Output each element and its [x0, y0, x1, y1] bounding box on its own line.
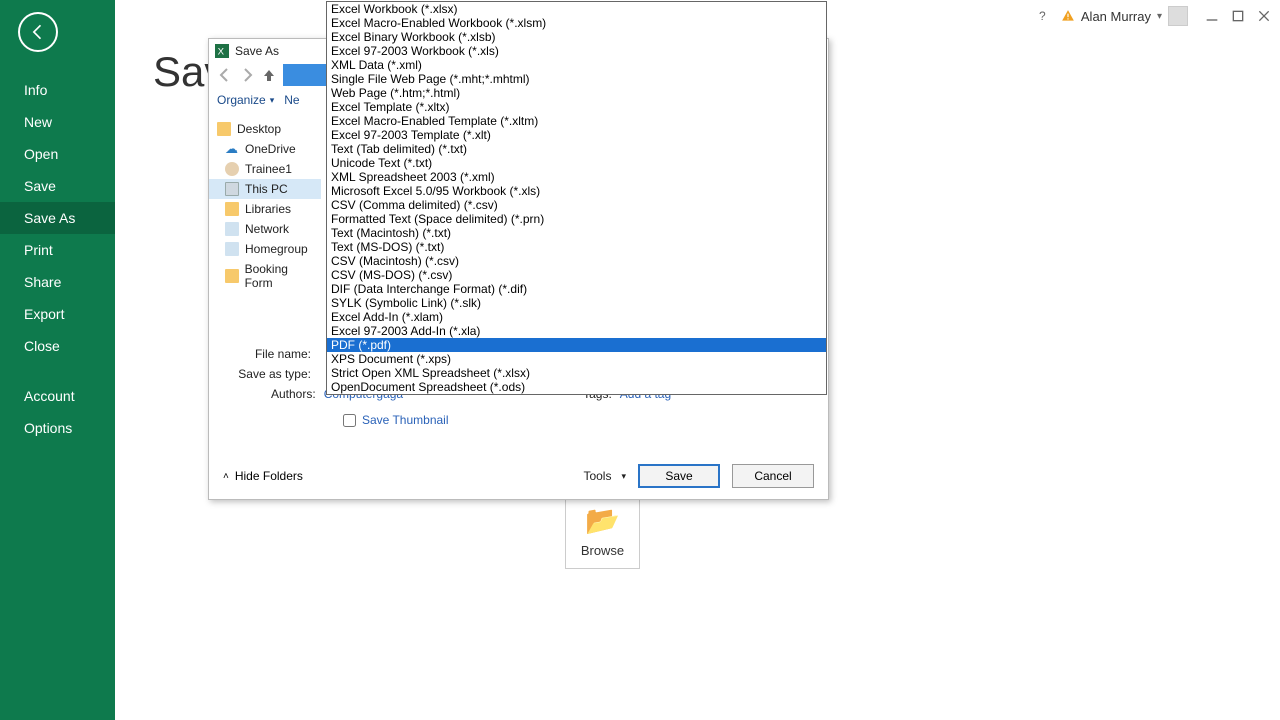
- file-type-option[interactable]: Text (MS-DOS) (*.txt): [327, 240, 826, 254]
- tree-booking-form[interactable]: Booking Form: [209, 259, 321, 293]
- organize-menu[interactable]: Organize ▾: [217, 93, 274, 107]
- file-type-option[interactable]: XML Data (*.xml): [327, 58, 826, 72]
- user-icon: [225, 162, 239, 176]
- chevron-down-icon: ▾: [621, 471, 626, 482]
- file-type-option[interactable]: PDF (*.pdf): [327, 338, 826, 352]
- sidebar-item-new[interactable]: New: [0, 106, 115, 138]
- homegroup-icon: [225, 242, 239, 256]
- save-button[interactable]: Save: [638, 464, 720, 488]
- sidebar-item-save[interactable]: Save: [0, 170, 115, 202]
- sidebar-item-print[interactable]: Print: [0, 234, 115, 266]
- nav-up-icon[interactable]: [261, 67, 277, 83]
- file-type-option[interactable]: Excel Template (*.xltx): [327, 100, 826, 114]
- browse-button[interactable]: 📂 Browse: [565, 493, 640, 569]
- sidebar-item-close[interactable]: Close: [0, 330, 115, 362]
- back-button[interactable]: [18, 12, 58, 52]
- sidebar-items: InfoNewOpenSaveSave AsPrintShareExportCl…: [0, 74, 115, 362]
- folder-icon: [217, 122, 231, 136]
- svg-text:?: ?: [1039, 9, 1046, 23]
- file-type-option[interactable]: XPS Document (*.xps): [327, 352, 826, 366]
- user-account[interactable]: Alan Murray ▾: [1061, 6, 1188, 26]
- warning-icon: [1061, 9, 1075, 23]
- file-type-option[interactable]: DIF (Data Interchange Format) (*.dif): [327, 282, 826, 296]
- tree-this-pc[interactable]: This PC: [209, 179, 321, 199]
- file-type-option[interactable]: CSV (MS-DOS) (*.csv): [327, 268, 826, 282]
- pc-icon: [225, 182, 239, 196]
- tree-homegroup[interactable]: Homegroup: [209, 239, 321, 259]
- file-type-option[interactable]: Text (Tab delimited) (*.txt): [327, 142, 826, 156]
- file-type-option[interactable]: OpenDocument Spreadsheet (*.ods): [327, 380, 826, 394]
- tree-trainee1[interactable]: Trainee1: [209, 159, 321, 179]
- chevron-down-icon: ▾: [270, 95, 275, 106]
- window-controls: ? Alan Murray ▾: [1035, 6, 1272, 26]
- folder-icon: [225, 202, 239, 216]
- close-icon[interactable]: [1256, 8, 1272, 24]
- sidebar-item-export[interactable]: Export: [0, 298, 115, 330]
- help-icon[interactable]: ?: [1035, 8, 1051, 24]
- svg-text:X: X: [218, 47, 225, 58]
- save-thumbnail-checkbox[interactable]: [343, 414, 356, 427]
- save-as-type-label: Save as type:: [227, 367, 319, 381]
- file-name-label: File name:: [227, 347, 319, 361]
- file-type-option[interactable]: Excel 97-2003 Template (*.xlt): [327, 128, 826, 142]
- hide-folders-toggle[interactable]: ˄ Hide Folders: [223, 469, 303, 483]
- sidebar-item-open[interactable]: Open: [0, 138, 115, 170]
- sidebar-item-account[interactable]: Account: [0, 380, 115, 412]
- file-type-option[interactable]: CSV (Macintosh) (*.csv): [327, 254, 826, 268]
- file-type-option[interactable]: CSV (Comma delimited) (*.csv): [327, 198, 826, 212]
- file-type-option[interactable]: Excel Add-In (*.xlam): [327, 310, 826, 324]
- tree-desktop[interactable]: Desktop: [209, 119, 321, 139]
- cancel-button[interactable]: Cancel: [732, 464, 814, 488]
- nav-back-icon[interactable]: [217, 67, 233, 83]
- file-type-option[interactable]: Excel Macro-Enabled Workbook (*.xlsm): [327, 16, 826, 30]
- minimize-icon[interactable]: [1204, 8, 1220, 24]
- chevron-down-icon: ▾: [1157, 11, 1162, 22]
- maximize-icon[interactable]: [1230, 8, 1246, 24]
- file-type-option[interactable]: SYLK (Symbolic Link) (*.slk): [327, 296, 826, 310]
- user-name: Alan Murray: [1081, 9, 1151, 24]
- file-type-option[interactable]: Excel 97-2003 Workbook (*.xls): [327, 44, 826, 58]
- file-type-option[interactable]: Excel Macro-Enabled Template (*.xltm): [327, 114, 826, 128]
- sidebar-item-info[interactable]: Info: [0, 74, 115, 106]
- sidebar-item-options[interactable]: Options: [0, 412, 115, 444]
- nav-forward-icon[interactable]: [239, 67, 255, 83]
- tree-network[interactable]: Network: [209, 219, 321, 239]
- file-type-option[interactable]: Microsoft Excel 5.0/95 Workbook (*.xls): [327, 184, 826, 198]
- dialog-bottom-row: ˄ Hide Folders Tools ▾ Save Cancel: [209, 453, 828, 499]
- excel-icon: X: [215, 44, 229, 58]
- sidebar-item-save-as[interactable]: Save As: [0, 202, 115, 234]
- save-as-type-dropdown[interactable]: Excel Workbook (*.xlsx)Excel Macro-Enabl…: [326, 1, 827, 395]
- file-type-option[interactable]: Formatted Text (Space delimited) (*.prn): [327, 212, 826, 226]
- folder-icon: 📂: [585, 504, 620, 537]
- file-type-option[interactable]: XML Spreadsheet 2003 (*.xml): [327, 170, 826, 184]
- new-folder-button[interactable]: Ne: [284, 93, 299, 107]
- save-thumbnail-label: Save Thumbnail: [362, 413, 449, 427]
- file-type-option[interactable]: Strict Open XML Spreadsheet (*.xlsx): [327, 366, 826, 380]
- file-type-option[interactable]: Web Page (*.htm;*.html): [327, 86, 826, 100]
- file-type-option[interactable]: Excel Workbook (*.xlsx): [327, 2, 826, 16]
- tree-libraries[interactable]: Libraries: [209, 199, 321, 219]
- tools-menu[interactable]: Tools ▾: [583, 469, 626, 483]
- cloud-icon: ☁: [225, 142, 239, 156]
- file-type-option[interactable]: Single File Web Page (*.mht;*.mhtml): [327, 72, 826, 86]
- file-type-option[interactable]: Unicode Text (*.txt): [327, 156, 826, 170]
- folder-icon: [225, 269, 239, 283]
- chevron-up-icon: ˄: [223, 471, 229, 482]
- tree-onedrive[interactable]: ☁OneDrive: [209, 139, 321, 159]
- file-type-option[interactable]: Excel 97-2003 Add-In (*.xla): [327, 324, 826, 338]
- avatar: [1168, 6, 1188, 26]
- network-icon: [225, 222, 239, 236]
- file-type-option[interactable]: Excel Binary Workbook (*.xlsb): [327, 30, 826, 44]
- sidebar-item-share[interactable]: Share: [0, 266, 115, 298]
- authors-label: Authors:: [271, 387, 316, 401]
- backstage-sidebar: InfoNewOpenSaveSave AsPrintShareExportCl…: [0, 0, 115, 720]
- file-type-option[interactable]: Text (Macintosh) (*.txt): [327, 226, 826, 240]
